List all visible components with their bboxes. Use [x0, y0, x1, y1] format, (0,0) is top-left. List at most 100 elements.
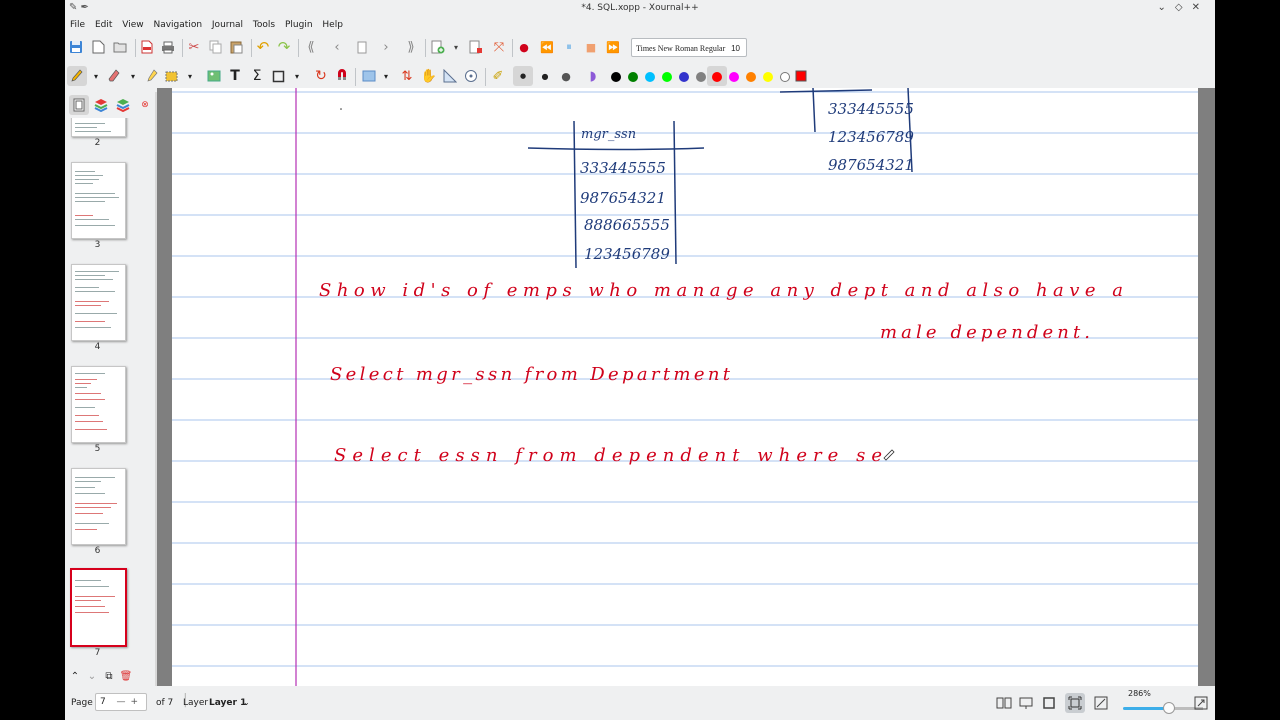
zoom-fit-icon[interactable]	[1041, 695, 1057, 711]
color-picker-icon[interactable]: ◗	[583, 66, 603, 86]
zoom-slider-handle[interactable]	[1163, 702, 1175, 714]
fullscreen-toggle-icon[interactable]	[1193, 695, 1209, 711]
thickness-medium-icon[interactable]: ●	[535, 66, 555, 86]
page-preview-icon[interactable]	[69, 95, 89, 115]
menu-tools[interactable]: Tools	[253, 20, 275, 30]
color-orange-icon[interactable]	[746, 72, 756, 82]
shape-recognizer-icon[interactable]: ↻	[311, 66, 331, 86]
previous-page-icon[interactable]: ‹	[327, 37, 347, 57]
color-red-icon[interactable]	[712, 72, 722, 82]
new-document-icon[interactable]	[88, 37, 108, 57]
zoom-to-width-icon[interactable]	[1065, 693, 1085, 713]
seek-back-icon[interactable]: ⏪	[537, 37, 557, 57]
thickness-fine-icon[interactable]: ●	[513, 66, 533, 86]
font-selector[interactable]: Times New Roman Regular 10	[631, 38, 747, 57]
copy-icon[interactable]	[205, 37, 225, 57]
minimize-icon[interactable]: ⌄	[1158, 2, 1175, 13]
pen-dropdown-icon[interactable]: ▾	[86, 66, 106, 86]
color-white-icon[interactable]	[780, 72, 790, 82]
fill-icon[interactable]: ✐	[488, 66, 508, 86]
compass-icon[interactable]	[461, 66, 481, 86]
pause-icon[interactable]: ⏸	[559, 37, 579, 57]
menu-navigation[interactable]: Navigation	[153, 20, 202, 30]
table1-row: 333445555	[580, 159, 666, 177]
color-green-icon[interactable]	[628, 72, 638, 82]
page-thumbnail[interactable]	[71, 118, 126, 137]
close-icon[interactable]: ✕	[1192, 2, 1209, 13]
next-page-icon[interactable]: ›	[376, 37, 396, 57]
shape-dropdown-icon[interactable]: ▾	[287, 66, 307, 86]
last-page-icon[interactable]: ⟫	[401, 37, 421, 57]
page-thumbnail-number: 7	[94, 648, 101, 658]
note-line-3: Select mgr_ssn from Department	[330, 364, 731, 385]
text-tool-icon[interactable]: T	[225, 66, 245, 86]
menu-plugin[interactable]: Plugin	[285, 20, 313, 30]
seek-forward-icon[interactable]: ⏩	[603, 37, 623, 57]
page-thumbnail[interactable]	[71, 468, 126, 545]
thickness-thick-icon[interactable]: ●	[556, 66, 576, 86]
color-yellow-icon[interactable]	[763, 72, 773, 82]
zoom-100-icon[interactable]	[1093, 695, 1109, 711]
custom-color-icon[interactable]	[791, 66, 811, 86]
color-blue-icon[interactable]	[679, 72, 689, 82]
close-sidebar-icon[interactable]: ⊗	[135, 95, 155, 115]
select-dropdown-icon[interactable]: ▾	[180, 66, 200, 86]
trash-icon[interactable]: 🗑	[116, 666, 136, 686]
page-number-field[interactable]: 7 —+	[95, 693, 147, 711]
export-pdf-icon[interactable]	[137, 37, 157, 57]
setsquare-icon[interactable]	[440, 66, 460, 86]
page-thumbnail[interactable]	[71, 366, 126, 443]
stop-icon[interactable]: ■	[581, 37, 601, 57]
layer-selector[interactable]: Layer 1	[209, 698, 246, 708]
insert-page-icon[interactable]	[428, 37, 448, 57]
layer-dropdown-icon[interactable]: ⌄	[243, 698, 250, 707]
highlighter-tool-icon[interactable]	[142, 66, 162, 86]
paste-icon[interactable]	[226, 37, 246, 57]
zoom-level: 286%	[1128, 689, 1151, 698]
color-black-icon[interactable]	[611, 72, 621, 82]
insert-page-dropdown-icon[interactable]: ▾	[446, 37, 466, 57]
page-thumbnail[interactable]	[71, 264, 126, 341]
page-thumbnail[interactable]	[71, 162, 126, 239]
first-page-icon[interactable]: ⟪	[301, 37, 321, 57]
color-lightblue-icon[interactable]	[645, 72, 655, 82]
note-page[interactable]: mgr_ssn 333445555 987654321 888665555 12…	[172, 88, 1198, 686]
xournal-window: ✎ ✒ *4. SQL.xopp - Xournal++ ⌄◇✕ File Ed…	[65, 0, 1215, 720]
keep-above-icon[interactable]: ◇	[1175, 2, 1192, 13]
page-stepper[interactable]: —+	[116, 694, 143, 710]
layer-preview-icon[interactable]	[91, 95, 111, 115]
document-canvas[interactable]: mgr_ssn 333445555 987654321 888665555 12…	[157, 88, 1215, 686]
snapping-icon[interactable]	[332, 66, 352, 86]
menu-file[interactable]: File	[70, 20, 85, 30]
cut-icon[interactable]: ✂	[184, 37, 204, 57]
menu-view[interactable]: View	[122, 20, 143, 30]
eraser-tool-icon[interactable]	[104, 66, 124, 86]
redo-icon[interactable]: ↷	[274, 37, 294, 57]
save-icon[interactable]	[66, 37, 86, 57]
color-gray-icon[interactable]	[696, 72, 706, 82]
undo-icon[interactable]: ↶	[253, 37, 273, 57]
print-icon[interactable]	[158, 37, 178, 57]
goto-page-icon[interactable]	[352, 37, 372, 57]
hand-tool-icon[interactable]: ✋	[419, 66, 439, 86]
vertical-space-dropdown-icon[interactable]: ▾	[376, 66, 396, 86]
shape-tool-icon[interactable]	[268, 66, 288, 86]
page-thumbnail-active[interactable]	[70, 568, 127, 647]
pen-tool-icon[interactable]	[67, 66, 87, 86]
layers-icon[interactable]	[113, 95, 133, 115]
color-magenta-icon[interactable]	[729, 72, 739, 82]
image-tool-icon[interactable]	[204, 66, 224, 86]
open-folder-icon[interactable]	[110, 37, 130, 57]
delete-page-icon[interactable]	[466, 37, 486, 57]
record-audio-icon[interactable]: ●	[514, 37, 534, 57]
presentation-icon[interactable]	[1018, 695, 1034, 711]
play-object-icon[interactable]: ⇅	[397, 66, 417, 86]
menu-journal[interactable]: Journal	[212, 20, 243, 30]
menu-edit[interactable]: Edit	[95, 20, 112, 30]
color-lightgreen-icon[interactable]	[662, 72, 672, 82]
latex-tool-icon[interactable]: Σ	[247, 66, 267, 86]
fullscreen-icon[interactable]: ⤧	[489, 37, 509, 57]
menu-help[interactable]: Help	[322, 20, 343, 30]
pairs-view-icon[interactable]	[996, 695, 1012, 711]
eraser-dropdown-icon[interactable]: ▾	[123, 66, 143, 86]
